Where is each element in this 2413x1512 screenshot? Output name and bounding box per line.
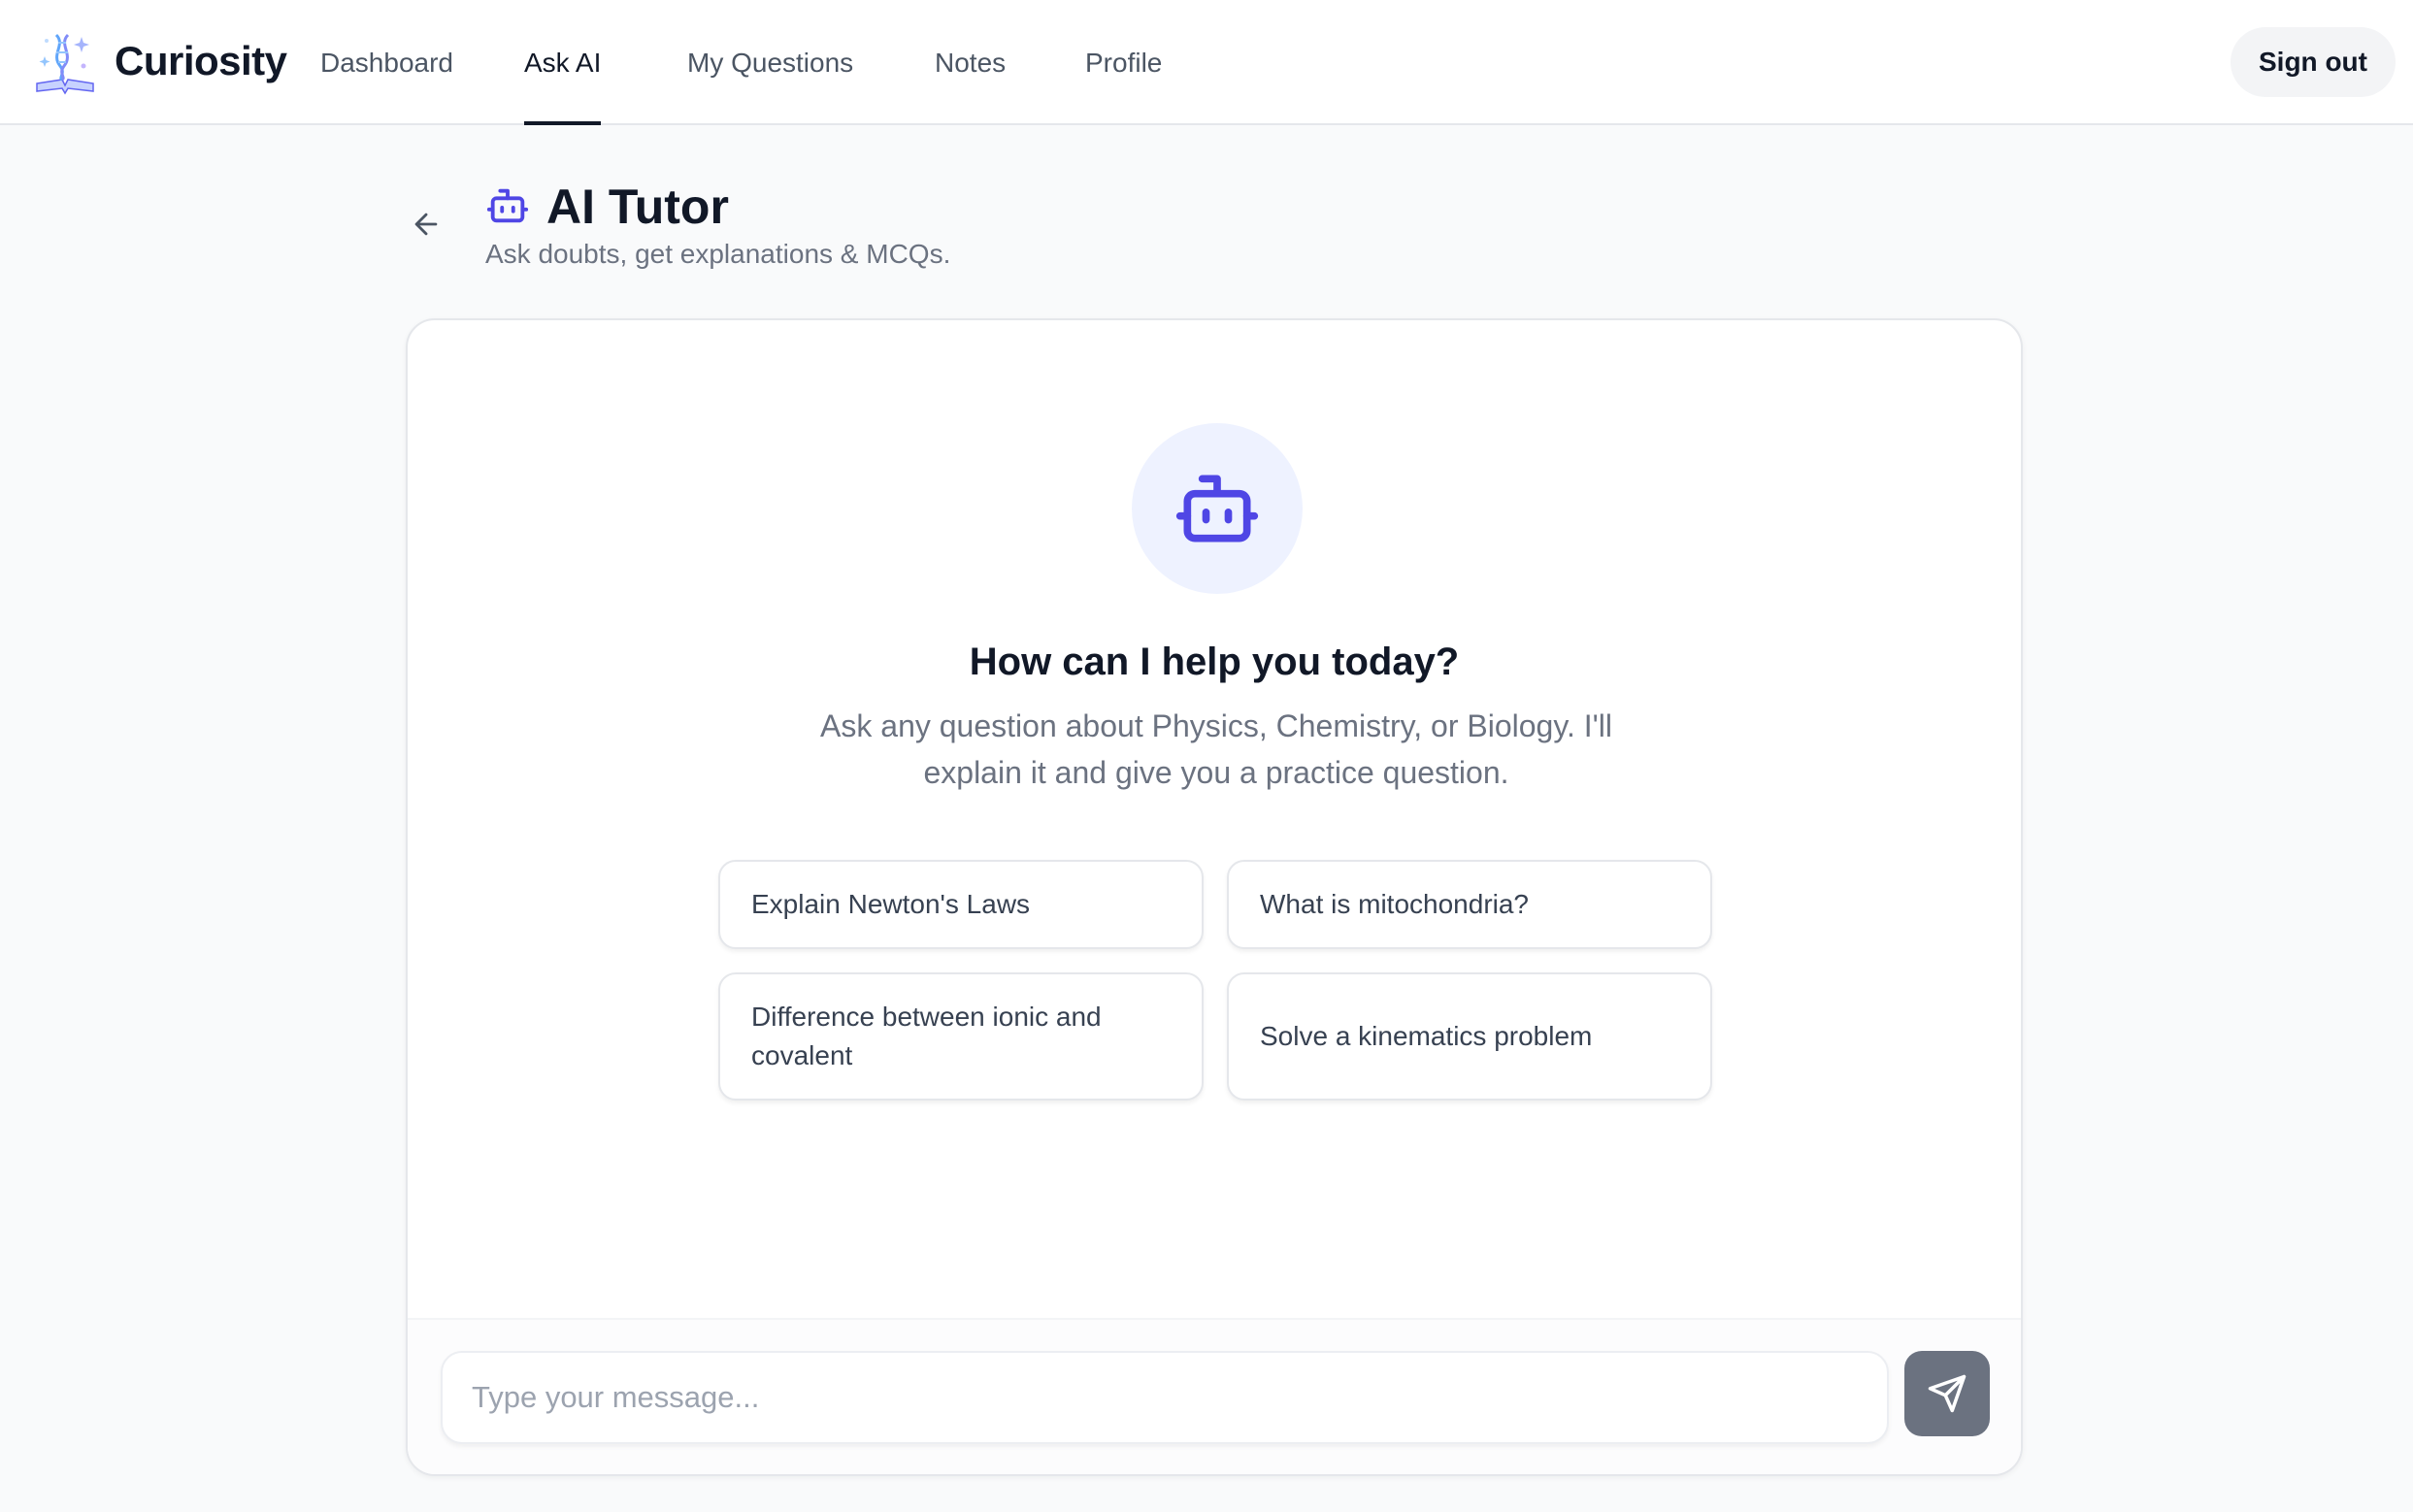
suggestion-kinematics[interactable]: Solve a kinematics problem xyxy=(1227,972,1712,1101)
nav-my-questions[interactable]: My Questions xyxy=(687,0,853,125)
suggestion-newtons-laws[interactable]: Explain Newton's Laws xyxy=(718,860,1204,949)
bot-icon xyxy=(1175,475,1259,542)
send-button[interactable] xyxy=(1904,1351,1990,1436)
bot-avatar xyxy=(1132,423,1303,594)
message-input[interactable] xyxy=(441,1351,1889,1444)
back-button[interactable] xyxy=(406,204,446,245)
arrow-left-icon xyxy=(414,213,438,236)
suggestion-mitochondria[interactable]: What is mitochondria? xyxy=(1227,860,1712,949)
page-subtitle: Ask doubts, get explanations & MCQs. xyxy=(485,239,951,269)
suggestion-ionic-covalent[interactable]: Difference between ionic and covalent xyxy=(718,972,1204,1101)
welcome-text: Ask any question about Physics, Chemistr… xyxy=(820,708,1612,790)
top-navbar: Curiosity Dashboard Ask AI My Questions … xyxy=(0,0,2413,125)
nav-ask-ai[interactable]: Ask AI xyxy=(524,0,602,125)
sign-out-button[interactable]: Sign out xyxy=(2231,27,2396,97)
page-title: AI Tutor xyxy=(546,180,729,234)
nav-profile[interactable]: Profile xyxy=(1085,0,1162,125)
nav-notes[interactable]: Notes xyxy=(935,0,1006,125)
chat-card: How can I help you today? Ask any questi… xyxy=(406,318,2023,1476)
message-composer xyxy=(408,1318,2021,1474)
bot-icon xyxy=(486,188,529,223)
brand[interactable]: Curiosity xyxy=(33,27,287,95)
brand-name: Curiosity xyxy=(115,38,287,83)
welcome-title: How can I help you today? xyxy=(969,641,1460,683)
brand-logo-icon xyxy=(36,33,94,95)
nav-dashboard[interactable]: Dashboard xyxy=(320,0,453,125)
send-icon xyxy=(1928,1374,1967,1413)
